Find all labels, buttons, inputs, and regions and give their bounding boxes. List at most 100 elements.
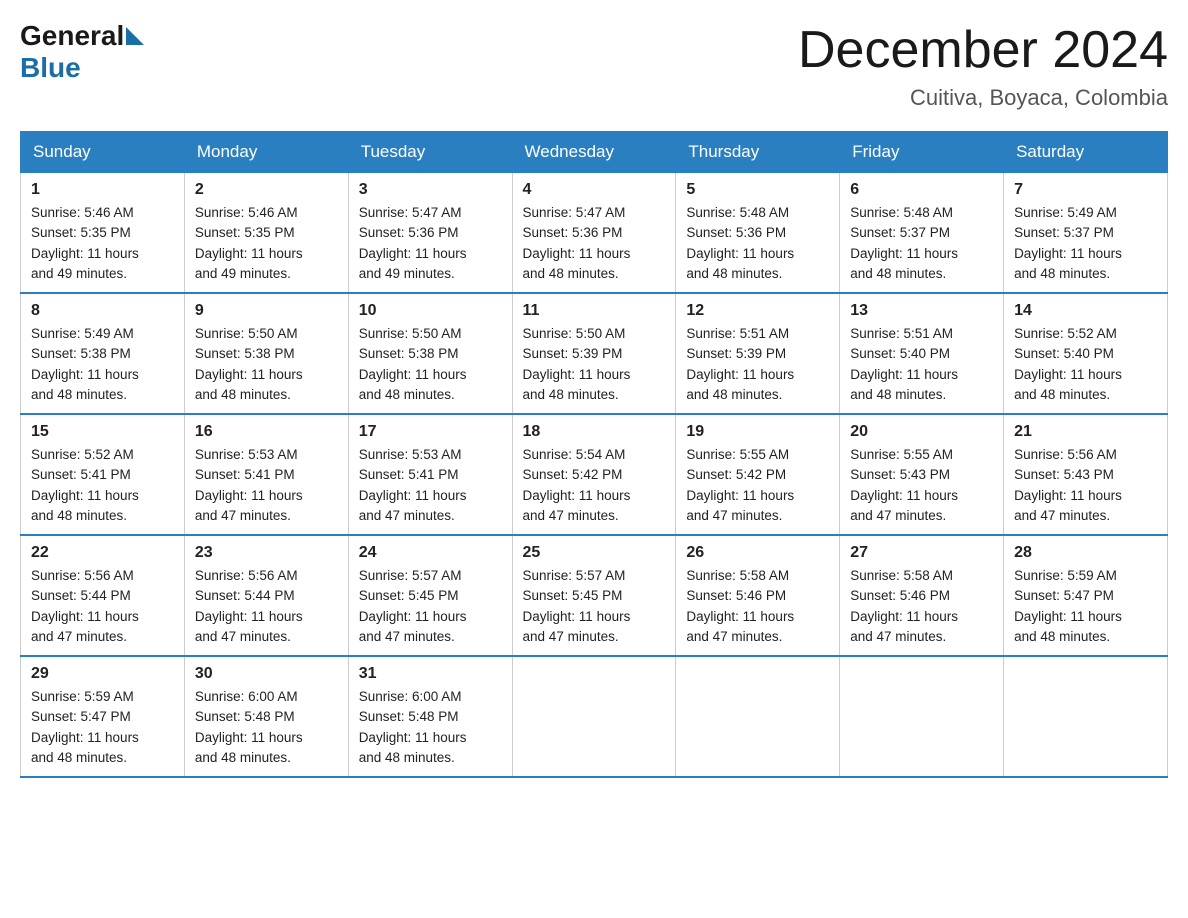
day-info: Sunrise: 5:56 AMSunset: 5:44 PMDaylight:… <box>31 566 174 647</box>
calendar-cell: 5 Sunrise: 5:48 AMSunset: 5:36 PMDaylight… <box>676 173 840 294</box>
header-tuesday: Tuesday <box>348 132 512 173</box>
calendar-cell: 13 Sunrise: 5:51 AMSunset: 5:40 PMDayligh… <box>840 293 1004 414</box>
logo-general: General <box>20 20 124 52</box>
day-info: Sunrise: 5:48 AMSunset: 5:37 PMDaylight:… <box>850 203 993 284</box>
calendar-cell: 20 Sunrise: 5:55 AMSunset: 5:43 PMDayligh… <box>840 414 1004 535</box>
day-number: 4 <box>523 181 666 199</box>
day-number: 1 <box>31 181 174 199</box>
logo-arrow-icon <box>126 27 144 45</box>
calendar-cell: 24 Sunrise: 5:57 AMSunset: 5:45 PMDayligh… <box>348 535 512 656</box>
calendar-cell: 12 Sunrise: 5:51 AMSunset: 5:39 PMDayligh… <box>676 293 840 414</box>
day-info: Sunrise: 5:50 AMSunset: 5:39 PMDaylight:… <box>523 324 666 405</box>
day-number: 30 <box>195 665 338 683</box>
day-info: Sunrise: 5:56 AMSunset: 5:44 PMDaylight:… <box>195 566 338 647</box>
day-number: 26 <box>686 544 829 562</box>
calendar-cell: 27Sunrise: 5:58 AMSunset: 5:46 PMDayligh… <box>840 535 1004 656</box>
day-number: 16 <box>195 423 338 441</box>
day-info: Sunrise: 5:49 AMSunset: 5:38 PMDaylight:… <box>31 324 174 405</box>
calendar-cell: 7 Sunrise: 5:49 AMSunset: 5:37 PMDaylight… <box>1004 173 1168 294</box>
day-info: Sunrise: 5:57 AMSunset: 5:45 PMDaylight:… <box>523 566 666 647</box>
day-number: 2 <box>195 181 338 199</box>
day-number: 27 <box>850 544 993 562</box>
day-info: Sunrise: 5:51 AMSunset: 5:40 PMDaylight:… <box>850 324 993 405</box>
day-number: 21 <box>1014 423 1157 441</box>
day-info: Sunrise: 5:59 AMSunset: 5:47 PMDaylight:… <box>1014 566 1157 647</box>
calendar-cell: 15Sunrise: 5:52 AMSunset: 5:41 PMDayligh… <box>21 414 185 535</box>
calendar-cell: 17Sunrise: 5:53 AMSunset: 5:41 PMDayligh… <box>348 414 512 535</box>
day-number: 31 <box>359 665 502 683</box>
calendar-cell: 8 Sunrise: 5:49 AMSunset: 5:38 PMDaylight… <box>21 293 185 414</box>
calendar-cell: 3Sunrise: 5:47 AMSunset: 5:36 PMDaylight… <box>348 173 512 294</box>
day-info: Sunrise: 5:50 AMSunset: 5:38 PMDaylight:… <box>359 324 502 405</box>
day-info: Sunrise: 5:53 AMSunset: 5:41 PMDaylight:… <box>195 445 338 526</box>
day-number: 12 <box>686 302 829 320</box>
calendar-cell: 28Sunrise: 5:59 AMSunset: 5:47 PMDayligh… <box>1004 535 1168 656</box>
day-info: Sunrise: 5:59 AMSunset: 5:47 PMDaylight:… <box>31 687 174 768</box>
calendar-cell: 29Sunrise: 5:59 AMSunset: 5:47 PMDayligh… <box>21 656 185 777</box>
day-number: 24 <box>359 544 502 562</box>
day-info: Sunrise: 5:54 AMSunset: 5:42 PMDaylight:… <box>523 445 666 526</box>
day-info: Sunrise: 5:46 AMSunset: 5:35 PMDaylight:… <box>195 203 338 284</box>
header-monday: Monday <box>184 132 348 173</box>
header-sunday: Sunday <box>21 132 185 173</box>
calendar-cell: 9 Sunrise: 5:50 AMSunset: 5:38 PMDaylight… <box>184 293 348 414</box>
day-number: 9 <box>195 302 338 320</box>
day-info: Sunrise: 5:48 AMSunset: 5:36 PMDaylight:… <box>686 203 829 284</box>
day-info: Sunrise: 5:53 AMSunset: 5:41 PMDaylight:… <box>359 445 502 526</box>
calendar-week-row: 1 Sunrise: 5:46 AMSunset: 5:35 PMDaylight… <box>21 173 1168 294</box>
day-info: Sunrise: 5:57 AMSunset: 5:45 PMDaylight:… <box>359 566 502 647</box>
day-number: 7 <box>1014 181 1157 199</box>
calendar-cell <box>840 656 1004 777</box>
day-info: Sunrise: 5:55 AMSunset: 5:42 PMDaylight:… <box>686 445 829 526</box>
day-info: Sunrise: 5:46 AMSunset: 5:35 PMDaylight:… <box>31 203 174 284</box>
calendar-week-row: 15Sunrise: 5:52 AMSunset: 5:41 PMDayligh… <box>21 414 1168 535</box>
calendar-cell: 16 Sunrise: 5:53 AMSunset: 5:41 PMDayligh… <box>184 414 348 535</box>
day-info: Sunrise: 5:58 AMSunset: 5:46 PMDaylight:… <box>686 566 829 647</box>
day-info: Sunrise: 5:52 AMSunset: 5:41 PMDaylight:… <box>31 445 174 526</box>
day-info: Sunrise: 5:49 AMSunset: 5:37 PMDaylight:… <box>1014 203 1157 284</box>
calendar-cell: 19Sunrise: 5:55 AMSunset: 5:42 PMDayligh… <box>676 414 840 535</box>
calendar-header-row: SundayMondayTuesdayWednesdayThursdayFrid… <box>21 132 1168 173</box>
calendar-cell: 31 Sunrise: 6:00 AMSunset: 5:48 PMDayligh… <box>348 656 512 777</box>
calendar-cell: 25 Sunrise: 5:57 AMSunset: 5:45 PMDayligh… <box>512 535 676 656</box>
calendar-cell: 22Sunrise: 5:56 AMSunset: 5:44 PMDayligh… <box>21 535 185 656</box>
header-friday: Friday <box>840 132 1004 173</box>
day-number: 6 <box>850 181 993 199</box>
day-info: Sunrise: 6:00 AMSunset: 5:48 PMDaylight:… <box>195 687 338 768</box>
calendar-cell: 2 Sunrise: 5:46 AMSunset: 5:35 PMDaylight… <box>184 173 348 294</box>
day-info: Sunrise: 5:50 AMSunset: 5:38 PMDaylight:… <box>195 324 338 405</box>
page-header: General Blue December 2024 Cuitiva, Boya… <box>20 20 1168 111</box>
header-wednesday: Wednesday <box>512 132 676 173</box>
day-number: 5 <box>686 181 829 199</box>
day-info: Sunrise: 5:55 AMSunset: 5:43 PMDaylight:… <box>850 445 993 526</box>
calendar-cell: 1 Sunrise: 5:46 AMSunset: 5:35 PMDaylight… <box>21 173 185 294</box>
header-saturday: Saturday <box>1004 132 1168 173</box>
calendar-cell <box>676 656 840 777</box>
day-number: 8 <box>31 302 174 320</box>
day-info: Sunrise: 5:51 AMSunset: 5:39 PMDaylight:… <box>686 324 829 405</box>
calendar-cell: 6 Sunrise: 5:48 AMSunset: 5:37 PMDaylight… <box>840 173 1004 294</box>
calendar-cell: 4 Sunrise: 5:47 AMSunset: 5:36 PMDaylight… <box>512 173 676 294</box>
title-section: December 2024 Cuitiva, Boyaca, Colombia <box>798 20 1168 111</box>
day-info: Sunrise: 5:52 AMSunset: 5:40 PMDaylight:… <box>1014 324 1157 405</box>
calendar-cell: 23 Sunrise: 5:56 AMSunset: 5:44 PMDayligh… <box>184 535 348 656</box>
day-number: 23 <box>195 544 338 562</box>
day-number: 18 <box>523 423 666 441</box>
day-info: Sunrise: 6:00 AMSunset: 5:48 PMDaylight:… <box>359 687 502 768</box>
calendar-table: SundayMondayTuesdayWednesdayThursdayFrid… <box>20 131 1168 778</box>
day-info: Sunrise: 5:47 AMSunset: 5:36 PMDaylight:… <box>523 203 666 284</box>
logo: General Blue <box>20 20 144 84</box>
day-info: Sunrise: 5:47 AMSunset: 5:36 PMDaylight:… <box>359 203 502 284</box>
day-number: 25 <box>523 544 666 562</box>
day-number: 13 <box>850 302 993 320</box>
calendar-cell: 14 Sunrise: 5:52 AMSunset: 5:40 PMDayligh… <box>1004 293 1168 414</box>
calendar-cell: 10 Sunrise: 5:50 AMSunset: 5:38 PMDayligh… <box>348 293 512 414</box>
calendar-cell: 30 Sunrise: 6:00 AMSunset: 5:48 PMDayligh… <box>184 656 348 777</box>
day-number: 10 <box>359 302 502 320</box>
day-number: 11 <box>523 302 666 320</box>
calendar-week-row: 8 Sunrise: 5:49 AMSunset: 5:38 PMDaylight… <box>21 293 1168 414</box>
day-number: 14 <box>1014 302 1157 320</box>
calendar-cell: 11 Sunrise: 5:50 AMSunset: 5:39 PMDayligh… <box>512 293 676 414</box>
day-number: 20 <box>850 423 993 441</box>
calendar-cell: 26 Sunrise: 5:58 AMSunset: 5:46 PMDayligh… <box>676 535 840 656</box>
